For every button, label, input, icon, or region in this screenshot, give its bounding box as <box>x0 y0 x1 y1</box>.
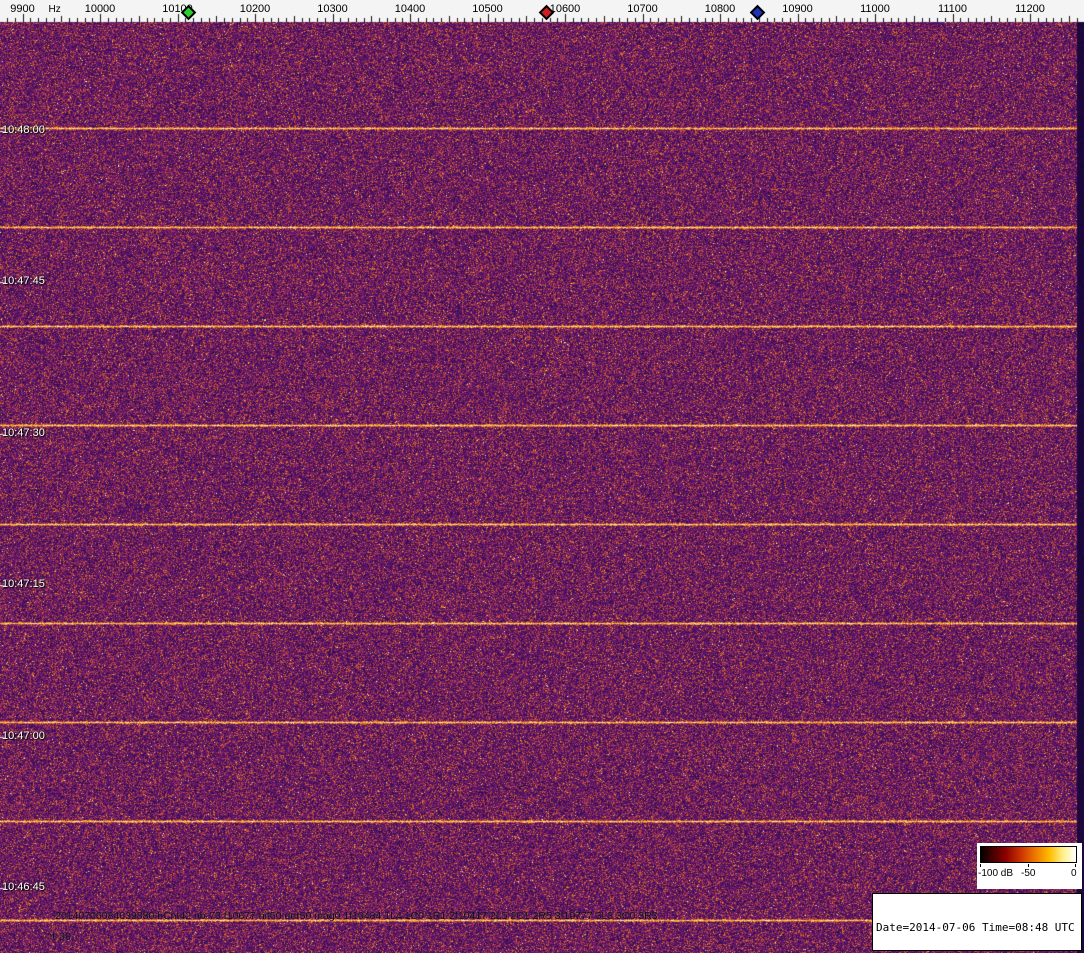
detection-status-line: 20140706084639880 hCnt42 nb-73 f10677 hi… <box>55 910 658 922</box>
colorbar-tick <box>1075 864 1076 867</box>
spectrogram-canvas[interactable] <box>0 0 1084 953</box>
colorbar-min-label: -100 dB <box>978 868 1014 879</box>
colorbar-mid-label: -50 <box>1021 868 1036 879</box>
colorbar-panel: -100 dB -50 0 <box>977 843 1082 889</box>
freq-tick-label: 11200 <box>1015 3 1045 15</box>
freq-tick-label: 9900 <box>10 3 35 15</box>
freq-tick-label: 10600 <box>549 3 581 15</box>
freq-tick-label: 10200 <box>239 3 271 15</box>
info-box: Date=2014-07-06 Time=08:48 UTC Freq=143 … <box>872 893 1082 951</box>
freq-tick-label: 10400 <box>394 3 426 15</box>
freq-tick-label: 10800 <box>704 3 736 15</box>
colorbar-gradient <box>980 846 1077 863</box>
colorbar-max-label: 0 <box>1071 868 1077 879</box>
colorbar-tick <box>1028 864 1029 867</box>
freq-tick-label: 10300 <box>317 3 348 15</box>
freq-unit-label: Hz <box>48 4 61 15</box>
frequency-ruler: 9900 10000 10100 10200 10300 10400 10500 10600 1… <box>0 0 1084 22</box>
cursor-time-label: ^t-39 <box>47 931 72 943</box>
colorbar-tick <box>980 864 981 867</box>
freq-tick-label: 10000 <box>84 3 116 15</box>
freq-tick-label: 10700 <box>627 3 658 15</box>
info-date-line: Date=2014-07-06 Time=08:48 UTC <box>876 921 1075 934</box>
freq-tick-label: 11100 <box>938 3 967 15</box>
freq-tick-label: 11000 <box>860 3 890 15</box>
blue-marker-icon[interactable] <box>749 4 766 21</box>
spectrogram-window: 9900 10000 10100 10200 10300 10400 10500 10600 1… <box>0 0 1084 953</box>
freq-tick-label: 10500 <box>472 3 503 15</box>
freq-tick-label: 10900 <box>782 3 813 15</box>
